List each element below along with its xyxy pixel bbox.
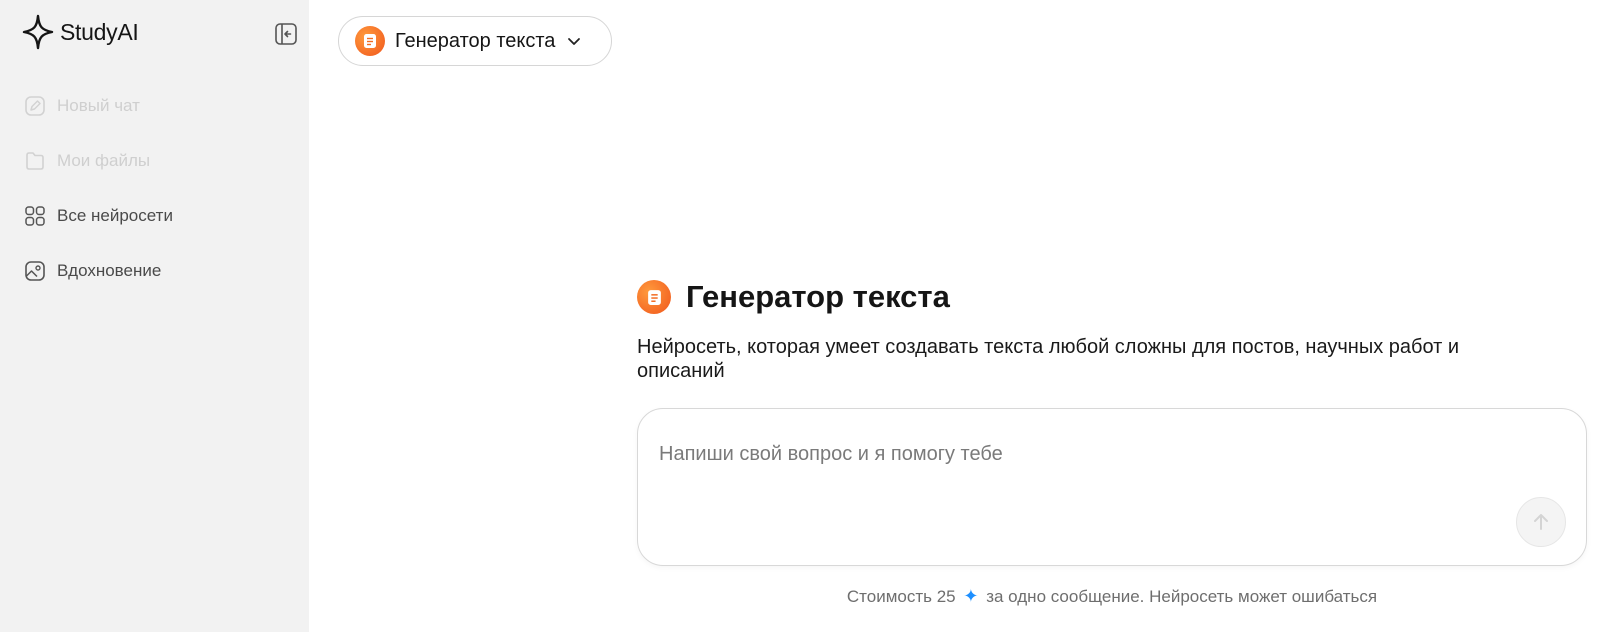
arrow-up-icon — [1534, 514, 1548, 530]
model-selector-label: Генератор текста — [395, 29, 556, 52]
message-input[interactable] — [659, 439, 1479, 469]
hero-title-row: Генератор текста — [637, 279, 1587, 315]
hero-section: Генератор текста Нейросеть, которая умее… — [637, 279, 1587, 383]
document-icon — [355, 26, 385, 56]
logo[interactable]: StudyAI — [22, 14, 139, 50]
sidebar-collapse-icon — [275, 23, 297, 45]
document-icon — [637, 280, 671, 314]
sidebar-nav: Новый чат Мои файлы Все нейросети Вдохно… — [24, 94, 173, 314]
sidebar-item-inspiration[interactable]: Вдохновение — [24, 259, 173, 283]
chevron-down-icon — [568, 38, 581, 45]
sidebar-item-label: Новый чат — [57, 96, 140, 115]
sparkle-token-icon: ✦ — [963, 586, 979, 606]
folder-icon — [26, 152, 44, 170]
app-name: StudyAI — [60, 18, 139, 45]
cost-notice: Стоимость 25 ✦ за одно сообщение. Нейрос… — [637, 586, 1587, 607]
sidebar-item-label: Мои файлы — [57, 151, 151, 170]
sidebar-item-label: Вдохновение — [57, 261, 162, 280]
model-selector-dropdown[interactable]: Генератор текста — [338, 16, 612, 66]
page-description: Нейросеть, которая умеет создавать текст… — [637, 336, 1460, 382]
page-title: Генератор текста — [686, 279, 950, 314]
sidebar-item-new-chat[interactable]: Новый чат — [24, 94, 173, 118]
cost-prefix: Стоимость 25 — [846, 587, 956, 606]
message-composer — [637, 408, 1587, 566]
image-icon — [25, 261, 45, 281]
send-button[interactable] — [1516, 497, 1566, 547]
grid-icon — [25, 206, 45, 226]
sidebar: StudyAI Новый чат Мои файлы Все нейросет… — [0, 0, 309, 632]
cost-suffix: за одно сообщение. Нейросеть может ошиба… — [986, 587, 1378, 606]
sidebar-item-my-files[interactable]: Мои файлы — [24, 149, 173, 173]
collapse-sidebar-button[interactable] — [273, 21, 299, 47]
edit-icon — [25, 96, 45, 116]
sidebar-item-label: Все нейросети — [57, 206, 173, 225]
sidebar-item-all-networks[interactable]: Все нейросети — [24, 204, 173, 228]
sparkle-logo-icon — [22, 14, 54, 50]
